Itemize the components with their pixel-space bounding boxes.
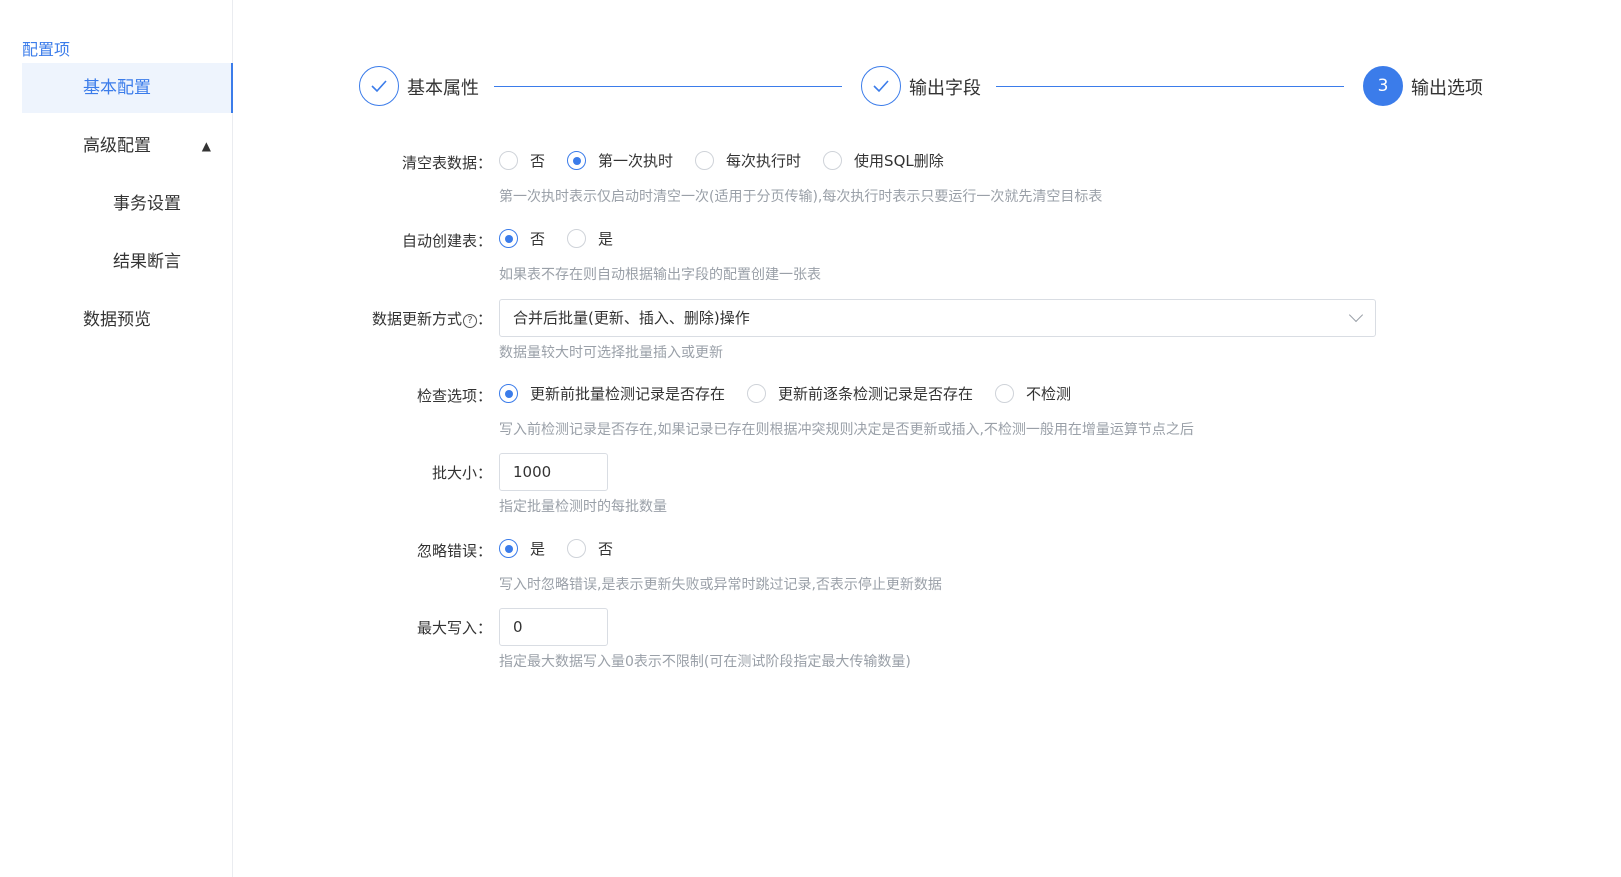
sidebar-item-advanced-config[interactable]: 高级配置 ▲	[22, 121, 233, 171]
auto-create-option-no[interactable]: 否	[499, 228, 545, 249]
sidebar-title: 配置项	[22, 40, 71, 59]
config-page: 配置项 基本配置 高级配置 ▲ 事务设置 结果断言 数据预览 基本属性 输出字段…	[0, 0, 1621, 877]
radio-checked-icon	[499, 229, 518, 248]
batch-size-hint: 指定批量检测时的每批数量	[499, 499, 667, 515]
clear-table-hint: 第一次执时表示仅启动时清空一次(适用于分页传输),每次执行时表示只要运行一次就先…	[499, 189, 1103, 205]
chevron-up-icon: ▲	[201, 139, 211, 153]
check-option-batch[interactable]: 更新前批量检测记录是否存在	[499, 383, 725, 404]
update-mode-value: 合并后批量(更新、插入、删除)操作	[513, 309, 750, 327]
clear-table-option-no[interactable]: 否	[499, 150, 545, 171]
sidebar-item-result-assertion[interactable]: 结果断言	[22, 237, 233, 287]
clear-table-option-every-run[interactable]: 每次执行时	[695, 150, 801, 171]
chevron-down-icon	[1348, 307, 1364, 323]
sidebar-item-basic-config[interactable]: 基本配置	[22, 63, 233, 113]
radio-label: 不检测	[1026, 385, 1072, 403]
radio-icon	[747, 384, 767, 403]
check-option-none[interactable]: 不检测	[995, 383, 1071, 404]
step-3-number: 3	[1363, 66, 1403, 106]
radio-label: 更新前批量检测记录是否存在	[530, 385, 726, 403]
max-write-label: 最大写入：	[416, 619, 492, 637]
ignore-error-option-yes[interactable]: 是	[499, 538, 545, 559]
ignore-error-option-no[interactable]: 否	[567, 538, 613, 559]
update-mode-label: 数据更新方式	[372, 310, 463, 328]
ignore-error-label: 忽略错误：	[416, 542, 492, 560]
sidebar-item-label: 结果断言	[113, 252, 181, 272]
sidebar-item-label: 数据预览	[83, 310, 151, 330]
radio-label: 是	[598, 230, 614, 248]
radio-label: 更新前逐条检测记录是否存在	[778, 385, 974, 403]
update-mode-label-wrap: 数据更新方式?：	[372, 308, 492, 329]
check-option-radio-group: 更新前批量检测记录是否存在 更新前逐条检测记录是否存在 不检测	[499, 383, 1093, 404]
batch-size-label: 批大小：	[431, 464, 492, 482]
step-1-check-icon	[359, 66, 399, 106]
radio-label: 否	[530, 230, 546, 248]
sidebar-item-label: 高级配置	[83, 136, 151, 156]
check-option-single[interactable]: 更新前逐条检测记录是否存在	[747, 383, 973, 404]
radio-label: 使用SQL删除	[854, 152, 944, 170]
radio-label: 是	[530, 540, 546, 558]
question-circle-icon[interactable]: ?	[463, 314, 478, 328]
radio-icon	[567, 539, 587, 558]
max-write-input[interactable]: 0	[499, 608, 608, 646]
clear-table-label: 清空表数据：	[401, 154, 492, 172]
clear-table-option-sql-delete[interactable]: 使用SQL删除	[823, 150, 944, 171]
radio-icon	[567, 229, 587, 248]
ignore-error-hint: 写入时忽略错误,是表示更新失败或异常时跳过记录,否表示停止更新数据	[499, 577, 942, 593]
max-write-hint: 指定最大数据写入量0表示不限制(可在测试阶段指定最大传输数量)	[499, 654, 911, 670]
update-mode-hint: 数据量较大时可选择批量插入或更新	[499, 345, 723, 361]
ignore-error-radio-group: 是 否	[499, 538, 635, 559]
radio-icon	[823, 151, 843, 170]
step-2-check-icon	[861, 66, 901, 106]
step-3-label: 输出选项	[1411, 78, 1483, 99]
step-2-label: 输出字段	[909, 78, 981, 99]
auto-create-hint: 如果表不存在则自动根据输出字段的配置创建一张表	[499, 267, 821, 283]
steps-bar: 基本属性 输出字段 3 输出选项	[359, 64, 1542, 108]
step-1-label: 基本属性	[407, 78, 479, 99]
auto-create-option-yes[interactable]: 是	[567, 228, 613, 249]
radio-icon	[995, 384, 1015, 403]
step-connector	[996, 86, 1344, 87]
radio-label: 每次执行时	[726, 152, 802, 170]
radio-label: 第一次执时	[598, 152, 674, 170]
sidebar-item-transaction-settings[interactable]: 事务设置	[22, 179, 233, 229]
sidebar-item-label: 基本配置	[83, 78, 151, 98]
radio-icon	[499, 151, 518, 170]
step-connector	[494, 86, 842, 87]
clear-table-radio-group: 否 第一次执时 每次执行时 使用SQL删除	[499, 150, 966, 171]
radio-label: 否	[598, 540, 614, 558]
auto-create-label: 自动创建表：	[401, 232, 492, 250]
sidebar-item-data-preview[interactable]: 数据预览	[22, 295, 233, 345]
radio-label: 否	[530, 152, 546, 170]
radio-checked-icon	[567, 151, 587, 170]
update-mode-select[interactable]: 合并后批量(更新、插入、删除)操作	[499, 299, 1376, 337]
check-option-hint: 写入前检测记录是否存在,如果记录已存在则根据冲突规则决定是否更新或插入,不检测一…	[499, 422, 1194, 438]
batch-size-input[interactable]: 1000	[499, 453, 608, 491]
radio-checked-icon	[499, 384, 518, 403]
sidebar: 配置项 基本配置 高级配置 ▲ 事务设置 结果断言 数据预览	[0, 0, 233, 877]
update-mode-colon: ：	[477, 310, 493, 328]
radio-icon	[695, 151, 715, 170]
clear-table-option-first-run[interactable]: 第一次执时	[567, 150, 673, 171]
check-option-label: 检查选项：	[416, 387, 492, 405]
sidebar-item-label: 事务设置	[113, 194, 181, 214]
radio-checked-icon	[499, 539, 518, 558]
auto-create-radio-group: 否 是	[499, 228, 635, 249]
